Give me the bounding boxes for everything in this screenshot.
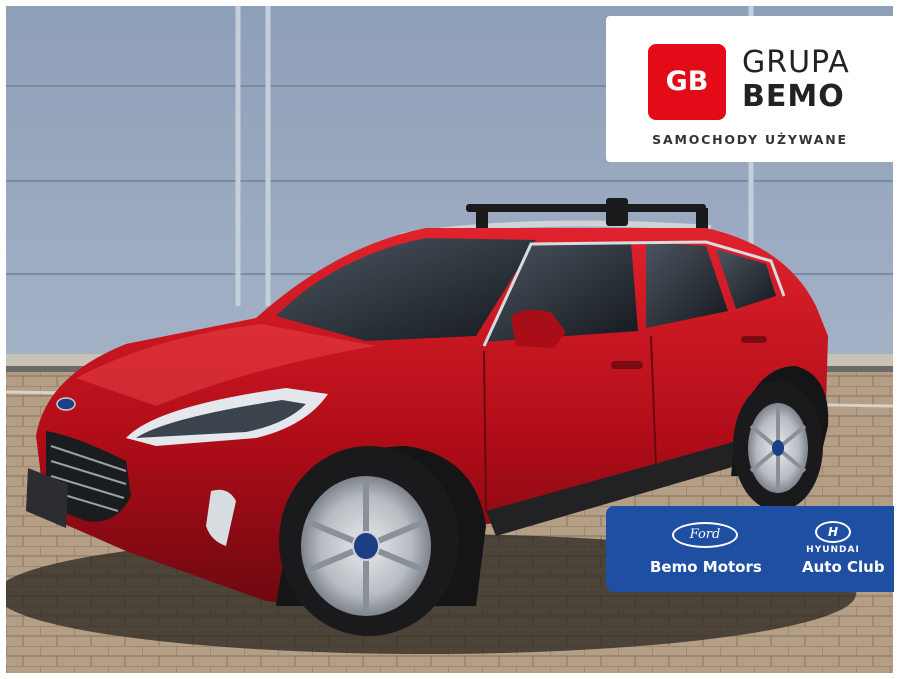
hyundai-wordmark: HYUNDAI — [806, 545, 860, 555]
ford-brand: Ford — [640, 514, 770, 548]
ford-dealer-name: Bemo Motors — [650, 558, 762, 576]
ford-logo-icon: Ford — [672, 522, 738, 548]
logo-line-bemo: BEMO — [742, 79, 845, 114]
dealer-badge: Ford H HYUNDAI Bemo Motors Auto Club — [606, 506, 894, 592]
grupa-bemo-logo: GB GRUPA BEMO SAMOCHODY UŻYWANE — [606, 16, 894, 162]
logo-line-grupa: GRUPA — [742, 45, 850, 80]
hyundai-brand: H HYUNDAI — [788, 514, 878, 555]
gb-badge: GB — [648, 44, 726, 120]
hyundai-dealer-name: Auto Club — [802, 558, 885, 576]
hyundai-logo-icon: H — [815, 521, 851, 543]
logo-subtitle: SAMOCHODY UŻYWANE — [652, 132, 848, 147]
